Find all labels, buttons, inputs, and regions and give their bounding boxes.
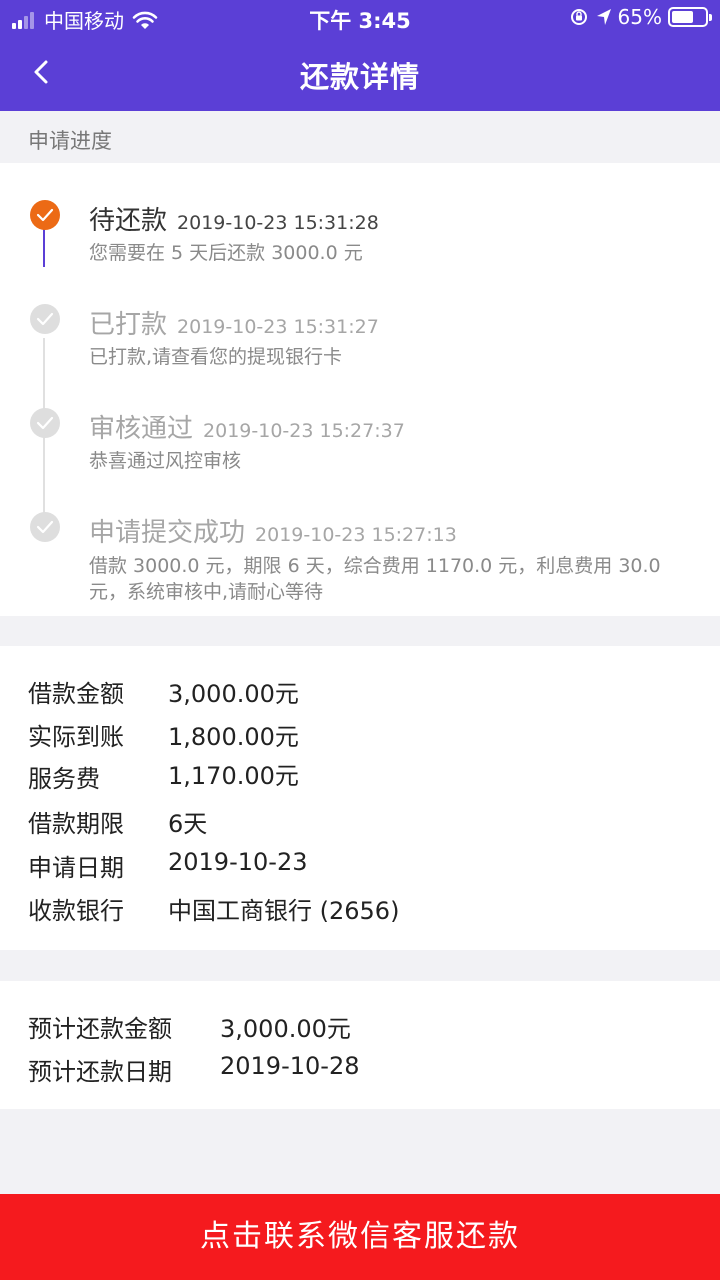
info-label: 预计还款金额 — [28, 1015, 172, 1043]
step-desc: 已打款,请查看您的提现银行卡 — [89, 346, 343, 368]
info-label: 服务费 — [28, 765, 100, 793]
battery-icon — [668, 7, 712, 27]
info-value: 2019-10-28 — [220, 1052, 360, 1080]
step-time: 2019-10-23 15:31:27 — [177, 316, 379, 338]
check-circle-icon — [30, 512, 60, 542]
info-label: 收款银行 — [28, 897, 124, 925]
page-title: 还款详情 — [299, 60, 420, 94]
app-header: 中国移动 下午 3:45 65% 还款详情 — [0, 0, 720, 111]
nav-bar: 还款详情 — [0, 34, 720, 111]
info-value: 1,800.00元 — [168, 723, 299, 751]
repay-info-card: 预计还款金额 3,000.00元 预计还款日期 2019-10-28 — [0, 981, 720, 1109]
info-row: 收款银行 中国工商银行 (2656) — [28, 891, 399, 926]
step-desc: 恭喜通过风控审核 — [89, 450, 242, 472]
step-status: 已打款 — [89, 310, 168, 340]
info-value: 3,000.00元 — [220, 1015, 351, 1043]
timeline-line — [43, 338, 45, 538]
info-label: 申请日期 — [28, 854, 124, 882]
step-status: 待还款 — [89, 206, 168, 236]
step-desc: 您需要在 5 天后还款 3000.0 元 — [89, 242, 363, 264]
step-status: 申请提交成功 — [89, 518, 246, 548]
info-label: 借款期限 — [28, 810, 124, 838]
step-time: 2019-10-23 15:27:37 — [203, 420, 405, 442]
info-label: 预计还款日期 — [28, 1058, 172, 1086]
step-desc: 借款 3000.0 元，期限 6 天，综合费用 1170.0 元，利息费用 30… — [89, 555, 661, 603]
status-bar: 中国移动 下午 3:45 65% — [0, 0, 720, 34]
info-row: 申请日期 2019-10-23 — [28, 848, 307, 883]
info-label: 实际到账 — [28, 723, 124, 751]
step-time: 2019-10-23 15:31:28 — [177, 212, 379, 234]
status-right: 65% — [570, 5, 712, 29]
info-row: 预计还款金额 3,000.00元 — [28, 1009, 351, 1044]
check-circle-icon — [30, 200, 60, 230]
battery-percent: 65% — [617, 5, 662, 29]
battery-level — [672, 11, 693, 23]
check-circle-icon — [30, 408, 60, 438]
info-value: 3,000.00元 — [168, 680, 299, 708]
info-row: 实际到账 1,800.00元 — [28, 717, 299, 752]
info-row: 借款期限 6天 — [28, 804, 207, 839]
step-status: 审核通过 — [89, 414, 194, 444]
progress-timeline: 待还款 2019-10-23 15:31:28 您需要在 5 天后还款 3000.… — [0, 163, 720, 616]
info-value: 1,170.00元 — [168, 762, 299, 790]
info-value: 6天 — [168, 810, 208, 838]
step-time: 2019-10-23 15:27:13 — [255, 524, 457, 546]
info-row: 服务费 1,170.00元 — [28, 759, 299, 794]
check-circle-icon — [30, 304, 60, 334]
loan-info-card: 借款金额 3,000.00元 实际到账 1,800.00元 服务费 1,170.… — [0, 646, 720, 950]
info-value: 中国工商银行 (2656) — [168, 897, 400, 925]
location-arrow-icon — [596, 9, 611, 25]
info-value: 2019-10-23 — [168, 848, 308, 876]
info-row: 预计还款日期 2019-10-28 — [28, 1052, 359, 1087]
orientation-lock-icon — [570, 9, 587, 25]
contact-wechat-repay-button[interactable]: 点击联系微信客服还款 — [0, 1194, 720, 1280]
info-label: 借款金额 — [28, 680, 124, 708]
info-row: 借款金额 3,000.00元 — [28, 674, 299, 709]
progress-section-label: 申请进度 — [28, 129, 112, 153]
